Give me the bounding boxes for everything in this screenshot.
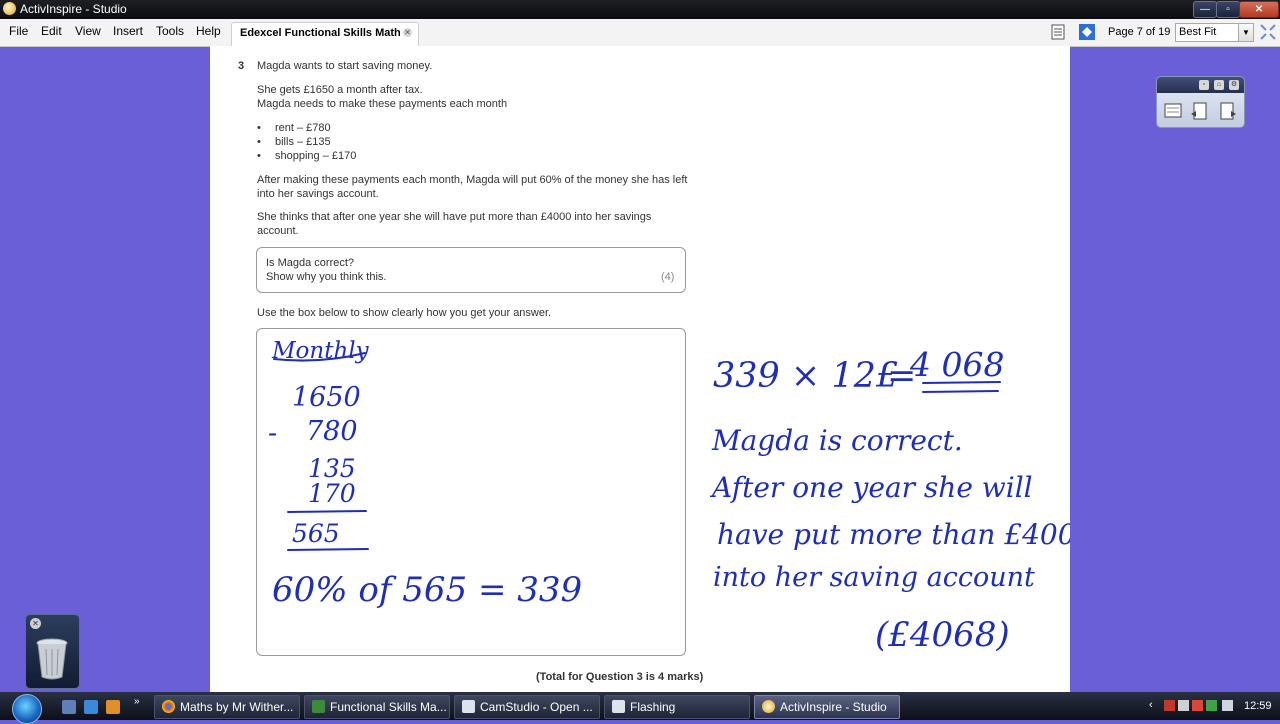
maximize-button[interactable]: ▫ — [1216, 1, 1240, 18]
gadget-close-icon[interactable]: ✕ — [30, 618, 41, 629]
close-button[interactable]: ✕ — [1239, 1, 1279, 18]
toolbox-home-icon[interactable]: ⌂ — [1214, 80, 1224, 90]
activinspire-app-icon — [3, 2, 16, 15]
floating-toolbox[interactable]: ▫ ⌂ ⚙ — [1156, 76, 1245, 128]
sum-line-top — [287, 510, 367, 513]
media-player-icon[interactable] — [106, 700, 120, 714]
tray-expand-icon[interactable]: ‹ — [1149, 699, 1153, 711]
handwritten-rent: 780 — [306, 416, 358, 447]
handwritten-sum: 565 — [292, 519, 340, 548]
result-underline-2 — [922, 390, 999, 393]
menu-file[interactable]: File — [9, 24, 28, 38]
taskbar-item-publisher[interactable]: Functional Skills Ma... — [304, 695, 450, 719]
quicklaunch-overflow-icon[interactable]: » — [134, 696, 140, 707]
handwritten-minus: - — [268, 418, 277, 449]
page-indicator: Page 7 of 19 — [1108, 26, 1171, 38]
activinspire-icon — [762, 700, 775, 713]
tray-app-icon[interactable] — [1164, 700, 1175, 711]
menu-tools[interactable]: Tools — [156, 24, 184, 38]
menu-help[interactable]: Help — [196, 24, 221, 38]
fullscreen-icon[interactable] — [1259, 23, 1277, 41]
tray-usb-icon[interactable] — [1178, 700, 1189, 711]
sum-line-bottom — [287, 548, 369, 551]
folder-window-icon — [612, 700, 625, 713]
desktop-annotate-icon[interactable] — [1162, 100, 1184, 122]
toolbox-settings-icon[interactable]: ⚙ — [1229, 80, 1239, 90]
handwritten-shopping: 170 — [308, 479, 356, 508]
page-next-icon[interactable] — [1216, 100, 1238, 122]
handwritten-pound-sign: £ — [875, 356, 898, 396]
result-underline-1 — [922, 381, 1001, 384]
taskbar-item-chrome[interactable]: Maths by Mr Wither... — [154, 695, 300, 719]
handwritten-percent-calc: 60% of 565 = 339 — [272, 570, 582, 610]
flipchart-object-icon[interactable] — [1078, 23, 1096, 41]
page-previous-icon[interactable] — [1189, 100, 1211, 122]
window-switcher-icon[interactable] — [84, 700, 98, 714]
toolbox-pin-icon[interactable]: ▫ — [1199, 80, 1209, 90]
taskbar-item-label: Flashing — [630, 700, 676, 714]
handwritten-conclusion-2: After one year she will — [709, 471, 1033, 504]
tray-security-icon[interactable] — [1192, 700, 1203, 711]
tab-close-icon[interactable]: ✕ — [403, 28, 412, 37]
document-tab-label: Edexcel Functional Skills Maths — [240, 27, 400, 39]
document-tab[interactable]: Edexcel Functional Skills Maths ✕ — [231, 22, 419, 46]
volume-icon[interactable] — [1222, 700, 1233, 711]
handwritten-conclusion-5: (£4068) — [875, 615, 1010, 655]
menu-insert[interactable]: Insert — [113, 24, 143, 38]
taskbar-item-label: ActivInspire - Studio — [780, 700, 887, 714]
toolbox-header[interactable]: ▫ ⌂ ⚙ — [1157, 77, 1244, 93]
page-browser-icon[interactable] — [1049, 23, 1067, 41]
show-desktop-icon[interactable] — [62, 700, 76, 714]
handwritten-conclusion-4: into her saving account — [713, 562, 1035, 593]
handwritten-income: 1650 — [292, 382, 361, 413]
taskbar-item-label: Functional Skills Ma... — [330, 700, 447, 714]
taskbar-item-activinspire[interactable]: ActivInspire - Studio — [754, 695, 900, 719]
handwritten-annual-result: 4 068 — [909, 345, 1004, 384]
title-bar: ActivInspire - Studio — ▫ ✕ — [0, 0, 1280, 19]
chevron-down-icon[interactable]: ▼ — [1238, 24, 1253, 41]
handwritten-conclusion-1: Magda is correct. — [711, 424, 963, 457]
handwritten-conclusion-3: have put more than £4000 — [717, 518, 1070, 551]
taskbar-item-label: CamStudio - Open ... — [480, 700, 593, 714]
menu-view[interactable]: View — [75, 24, 101, 38]
chrome-icon — [162, 700, 175, 713]
taskbar-item-label: Maths by Mr Wither... — [180, 700, 294, 714]
tray-network-icon[interactable] — [1206, 700, 1217, 711]
minimize-button[interactable]: — — [1193, 1, 1217, 18]
zoom-select[interactable]: Best Fit ▼ — [1175, 23, 1254, 42]
taskbar-item-flashing[interactable]: Flashing — [604, 695, 750, 719]
taskbar-item-camstudio[interactable]: CamStudio - Open ... — [454, 695, 600, 719]
recycle-bin-gadget[interactable]: ✕ — [25, 614, 80, 689]
folder-window-icon — [462, 700, 475, 713]
pen-annotations-layer: Monthly 1650 - 780 135 170 565 60% of 56… — [268, 338, 1070, 655]
taskbar: » Maths by Mr Wither... Functional Skill… — [0, 692, 1280, 724]
flipchart-page: 3 Magda wants to start saving money. She… — [210, 46, 1070, 692]
menu-bar: File Edit View Insert Tools Help Edexcel… — [0, 19, 1280, 47]
menu-edit[interactable]: Edit — [41, 24, 62, 38]
window-title: ActivInspire - Studio — [20, 2, 127, 16]
document-icon — [312, 700, 325, 713]
taskbar-clock[interactable]: 12:59 — [1244, 700, 1272, 712]
trash-can-icon — [36, 638, 68, 680]
zoom-value: Best Fit — [1179, 26, 1217, 38]
